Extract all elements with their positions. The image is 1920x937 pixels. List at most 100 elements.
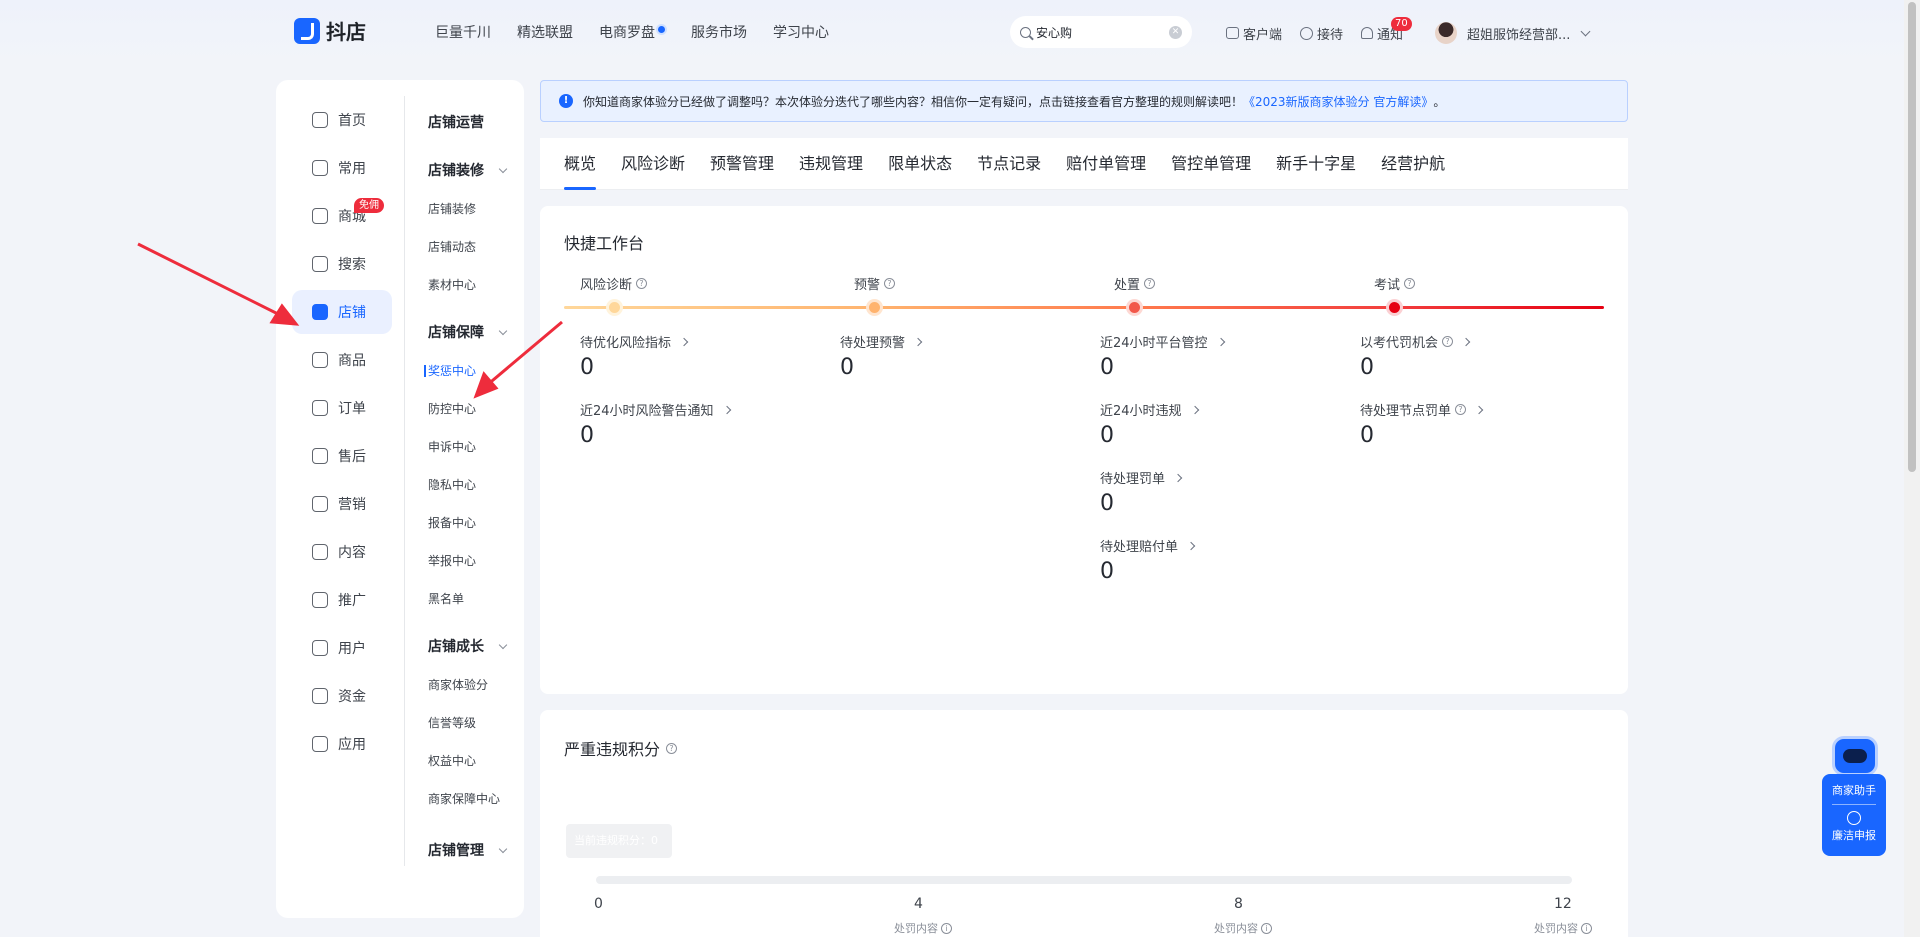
nav-item-search[interactable]: 搜索 (292, 242, 392, 286)
assistant-button[interactable]: 商家助手 (1822, 782, 1886, 798)
nav-item-apps[interactable]: 应用 (292, 722, 392, 766)
tick-penalty-12[interactable]: 处罚内容 i (1534, 920, 1592, 936)
metric-pending-warnings[interactable]: 待处理预警 0 (840, 332, 923, 380)
subnav-group-label: 店铺管理 (428, 843, 484, 859)
tab-risk-diagnosis[interactable]: 风险诊断 (621, 138, 685, 190)
assistant-panel: 商家助手 廉洁申报 (1822, 774, 1886, 856)
nav-item-promotion[interactable]: 推广 (292, 578, 392, 622)
subnav-item-privacy[interactable]: 隐私中心 (428, 466, 518, 504)
metric-exam-chance[interactable]: 以考代罚机会? 0 (1360, 332, 1471, 380)
tab-overview[interactable]: 概览 (564, 138, 597, 190)
help-icon[interactable]: ? (1442, 336, 1454, 347)
metric-platform-control[interactable]: 近24小时平台管控 0 (1100, 332, 1225, 380)
user-menu[interactable]: 超姐服饰经营部... (1435, 22, 1591, 44)
tab-escort[interactable]: 经营护航 (1381, 138, 1445, 190)
nav-item-label: 资金 (338, 689, 366, 705)
metric-risk-indicators[interactable]: 待优化风险指标 0 (580, 332, 689, 380)
tab-control-orders[interactable]: 管控单管理 (1171, 138, 1251, 190)
metric-risk-warnings[interactable]: 近24小时风险警告通知 0 (580, 400, 731, 448)
scrollbar-thumb[interactable] (1908, 2, 1916, 472)
chevron-right-icon (1461, 337, 1471, 346)
robot-icon[interactable] (1832, 736, 1878, 776)
tab-order-limit[interactable]: 限单状态 (888, 138, 952, 190)
subnav-item-materials[interactable]: 素材中心 (428, 266, 518, 304)
subnav-item-filing[interactable]: 报备中心 (428, 504, 518, 542)
clear-icon[interactable]: ✕ (1169, 25, 1182, 39)
integrity-report-button[interactable]: 廉洁申报 (1822, 827, 1886, 843)
subnav-item-dynamics[interactable]: 店铺动态 (428, 228, 518, 266)
tab-newbie-star[interactable]: 新手十字星 (1276, 138, 1356, 190)
nav-item-content[interactable]: 内容 (292, 530, 392, 574)
subnav-item-rewards-penalties[interactable]: 奖惩中心 (424, 352, 518, 390)
metric-label: 待处理节点罚单 (1360, 404, 1452, 419)
metric-value: 0 (1100, 559, 1114, 584)
subnav-group-guarantee[interactable]: 店铺保障 (428, 314, 518, 352)
nav-item-common[interactable]: 常用 (292, 146, 392, 190)
chevron-down-icon (498, 640, 508, 650)
topmenu-item-compass[interactable]: 电商罗盘 (599, 22, 665, 42)
megaphone-icon (312, 496, 328, 512)
client-download-button[interactable]: 客户端 (1226, 24, 1282, 43)
subnav-group-manage[interactable]: 店铺管理 (428, 832, 518, 870)
metric-violations[interactable]: 近24小时违规 0 (1100, 400, 1199, 448)
metric-pending-penalties[interactable]: 待处理罚单 0 (1100, 468, 1183, 516)
tab-node-records[interactable]: 节点记录 (977, 138, 1041, 190)
nav-item-aftersale[interactable]: 售后 (292, 434, 392, 478)
nav-item-home[interactable]: 首页 (292, 98, 392, 142)
help-icon[interactable]: ? (666, 742, 678, 754)
subnav-item-credit-level[interactable]: 信誉等级 (428, 704, 518, 742)
help-icon[interactable]: ? (636, 278, 648, 289)
subnav-item-merchant-guarantee[interactable]: 商家保障中心 (428, 780, 518, 818)
chevron-down-icon (498, 326, 508, 336)
subnav-item-benefits[interactable]: 权益中心 (428, 742, 518, 780)
topmenu-item-lianmeng[interactable]: 精选联盟 (517, 22, 573, 42)
metric-pending-compensation[interactable]: 待处理赔付单 0 (1100, 536, 1196, 584)
subnav-group-growth[interactable]: 店铺成长 (428, 628, 518, 666)
search-box[interactable]: 安心购 ✕ (1010, 16, 1192, 48)
subnav-item-report[interactable]: 举报中心 (428, 542, 518, 580)
subnav-item-appeal[interactable]: 申诉中心 (428, 428, 518, 466)
chevron-right-icon (1216, 337, 1225, 346)
metric-node-penalties[interactable]: 待处理节点罚单? 0 (1360, 400, 1484, 448)
stage-risk-diagnosis: 风险诊断? (580, 274, 648, 293)
help-icon[interactable]: ? (1455, 404, 1467, 415)
help-icon[interactable]: ? (884, 278, 896, 289)
notice-button[interactable]: 通知 70 (1361, 16, 1412, 43)
page-scrollbar[interactable] (1904, 0, 1920, 937)
nav-item-user[interactable]: 用户 (292, 626, 392, 670)
subnav-group-store-ops[interactable]: 店铺运营 (428, 104, 518, 142)
help-icon[interactable]: ? (1404, 278, 1416, 289)
nav-item-label: 售后 (338, 449, 366, 465)
tab-compensation[interactable]: 赔付单管理 (1066, 138, 1146, 190)
subnav-group-decor[interactable]: 店铺装修 (428, 152, 518, 190)
topmenu-item-learning[interactable]: 学习中心 (773, 22, 829, 42)
topmenu-item-market[interactable]: 服务市场 (691, 22, 747, 42)
nav-item-funds[interactable]: 资金 (292, 674, 392, 718)
nav-item-product[interactable]: 商品 (292, 338, 392, 382)
nav-item-label: 用户 (338, 641, 366, 657)
subnav-item-blacklist[interactable]: 黑名单 (428, 580, 518, 618)
subnav-item-prevention[interactable]: 防控中心 (428, 390, 518, 428)
receive-button[interactable]: 接待 (1300, 24, 1343, 43)
search-input[interactable]: 安心购 (1036, 24, 1072, 41)
tick-penalty-4[interactable]: 处罚内容 i (894, 920, 952, 936)
topmenu-item-juliang[interactable]: 巨量千川 (435, 22, 491, 42)
current-points-tooltip: 当前违规积分：0 (566, 824, 672, 858)
points-track (596, 876, 1572, 884)
tab-violation-manage[interactable]: 违规管理 (799, 138, 863, 190)
nav-item-mall[interactable]: 商城 免佣 (292, 194, 392, 238)
tick-penalty-8[interactable]: 处罚内容 i (1214, 920, 1272, 936)
nav-item-marketing[interactable]: 营销 (292, 482, 392, 526)
subnav-item-decor[interactable]: 店铺装修 (428, 190, 518, 228)
help-icon[interactable]: ? (1144, 278, 1156, 289)
tab-warning-manage[interactable]: 预警管理 (710, 138, 774, 190)
stage-dot (1129, 302, 1140, 313)
merchant-assistant-widget[interactable]: 商家助手 廉洁申报 (1822, 736, 1886, 856)
subnav-item-experience-score[interactable]: 商家体验分 (428, 666, 518, 704)
aftersale-icon (312, 448, 328, 464)
brand-logo[interactable]: 抖店 (294, 16, 366, 45)
nav-item-store[interactable]: 店铺 (292, 290, 392, 334)
notice-link[interactable]: 《2023新版商家体验分 官方解读》 (1243, 93, 1433, 110)
nav-item-order[interactable]: 订单 (292, 386, 392, 430)
nav-item-label: 推广 (338, 593, 366, 609)
